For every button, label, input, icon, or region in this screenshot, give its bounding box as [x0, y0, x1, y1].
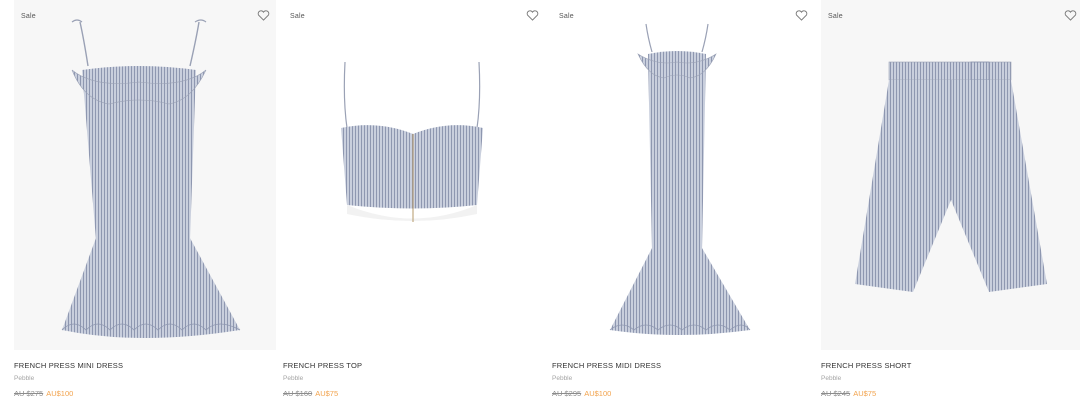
- garment-illustration: [609, 23, 751, 335]
- garment-illustration: [855, 61, 1047, 292]
- original-price: AU $245: [821, 389, 851, 398]
- original-price: AU $275: [14, 389, 44, 398]
- sale-price: AU$100: [584, 389, 612, 398]
- product-card[interactable]: Sale FRENCH PRESS MINI DRESS Pebble AU $…: [14, 0, 276, 407]
- product-card[interactable]: Sale FRENCH PRESS TOP Pebble AU $160 AU$7…: [283, 0, 545, 407]
- product-variant: Pebble: [821, 375, 842, 382]
- product-variant: Pebble: [283, 375, 304, 382]
- product-price: AU $245 AU$75: [821, 389, 876, 398]
- product-variant: Pebble: [14, 375, 35, 382]
- garment-illustration: [341, 61, 483, 222]
- product-title[interactable]: FRENCH PRESS SHORT: [821, 361, 912, 370]
- product-card[interactable]: Sale FRENCH PRESS SHORT Pebble AU $245 AU…: [821, 0, 1080, 407]
- product-grid: Sale FRENCH PRESS MINI DRESS Pebble AU $…: [0, 0, 1080, 407]
- original-price: AU $295: [552, 389, 582, 398]
- sale-price: AU$100: [46, 389, 74, 398]
- product-image[interactable]: Sale: [821, 0, 1080, 350]
- sale-price: AU$75: [853, 389, 877, 398]
- product-image[interactable]: Sale: [14, 0, 276, 350]
- product-card[interactable]: Sale FRENCH PRESS MIDI DRESS Pebble AU $…: [552, 0, 814, 407]
- product-price: AU $160 AU$75: [283, 389, 338, 398]
- product-price: AU $275 AU$100: [14, 389, 73, 398]
- product-price: AU $295 AU$100: [552, 389, 611, 398]
- product-title[interactable]: FRENCH PRESS TOP: [283, 361, 362, 370]
- sale-price: AU$75: [315, 389, 339, 398]
- original-price: AU $160: [283, 389, 313, 398]
- product-image[interactable]: Sale: [283, 0, 545, 350]
- product-title[interactable]: FRENCH PRESS MINI DRESS: [14, 361, 123, 370]
- garment-illustration: [61, 19, 241, 338]
- product-variant: Pebble: [552, 375, 573, 382]
- product-image[interactable]: Sale: [552, 0, 814, 350]
- product-title[interactable]: FRENCH PRESS MIDI DRESS: [552, 361, 661, 370]
